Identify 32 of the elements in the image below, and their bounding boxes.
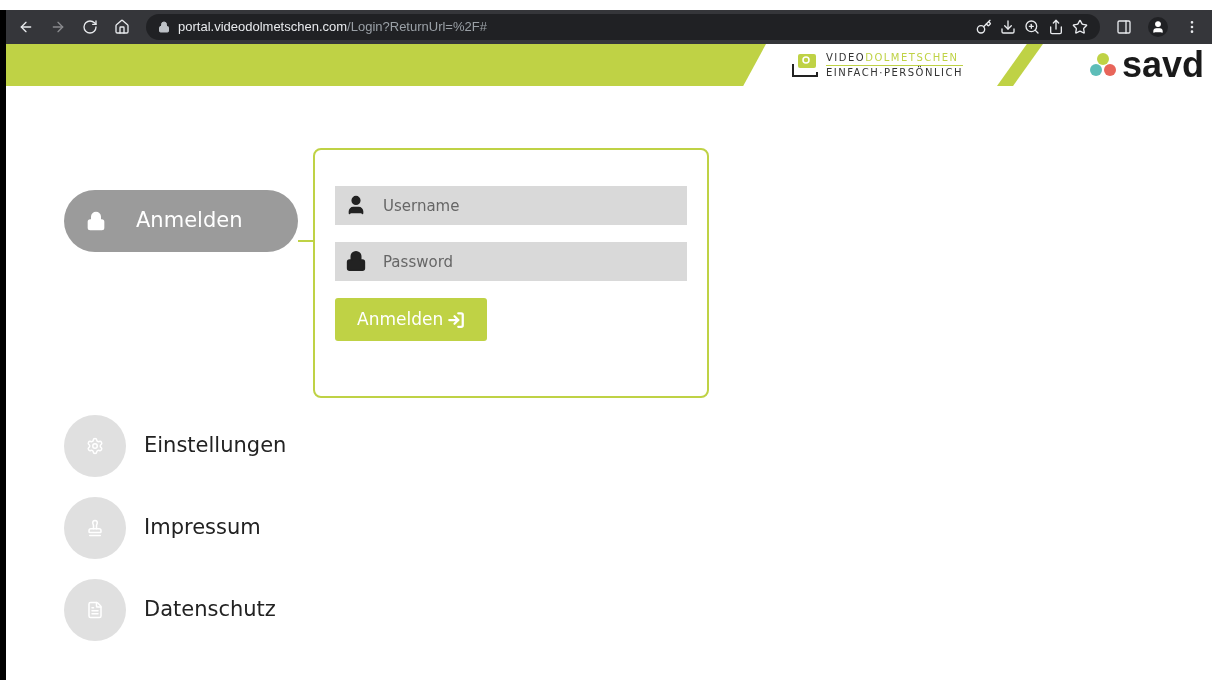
url-path: /Login?ReturnUrl=%2F# bbox=[347, 18, 487, 37]
nav-item[interactable]: Impressum bbox=[64, 497, 261, 559]
share-icon[interactable] bbox=[1048, 19, 1064, 35]
password-field[interactable]: Password bbox=[335, 242, 687, 281]
forward-icon[interactable] bbox=[50, 19, 66, 35]
logo-text: VIDEO bbox=[826, 52, 866, 63]
lock-icon bbox=[158, 21, 170, 33]
settings-icon bbox=[86, 437, 104, 455]
back-icon[interactable] bbox=[18, 19, 34, 35]
reload-icon[interactable] bbox=[82, 19, 98, 35]
home-icon[interactable] bbox=[114, 19, 130, 35]
nav-item[interactable]: Datenschutz bbox=[64, 579, 276, 641]
tablet-logo-icon bbox=[792, 52, 818, 78]
stamp-icon bbox=[86, 519, 104, 537]
key-icon[interactable] bbox=[976, 19, 992, 35]
nav-item[interactable]: Einstellungen bbox=[64, 415, 287, 477]
logo-tagline: EINFACH·PERSÖNLICH bbox=[826, 67, 963, 78]
bookmark-icon[interactable] bbox=[1072, 19, 1088, 35]
url-host: portal.videodolmetschen.com bbox=[178, 18, 348, 37]
lock-icon bbox=[86, 210, 106, 232]
savd-logo-icon bbox=[1087, 51, 1118, 79]
side-panel-icon[interactable] bbox=[1116, 19, 1132, 35]
document-icon bbox=[86, 601, 104, 619]
install-icon[interactable] bbox=[1000, 19, 1016, 35]
profile-icon[interactable] bbox=[1148, 17, 1168, 37]
lock-icon bbox=[345, 250, 367, 272]
address-bar[interactable]: portal.videodolmetschen.com/Login?ReturnUrl=%2F# bbox=[146, 14, 1100, 40]
login-icon bbox=[447, 310, 466, 329]
username-field[interactable]: Username bbox=[335, 186, 687, 225]
zoom-icon[interactable] bbox=[1024, 19, 1040, 35]
logo-text: DOLMETSCHEN bbox=[865, 52, 959, 63]
brand-logo: savd bbox=[1121, 47, 1204, 83]
